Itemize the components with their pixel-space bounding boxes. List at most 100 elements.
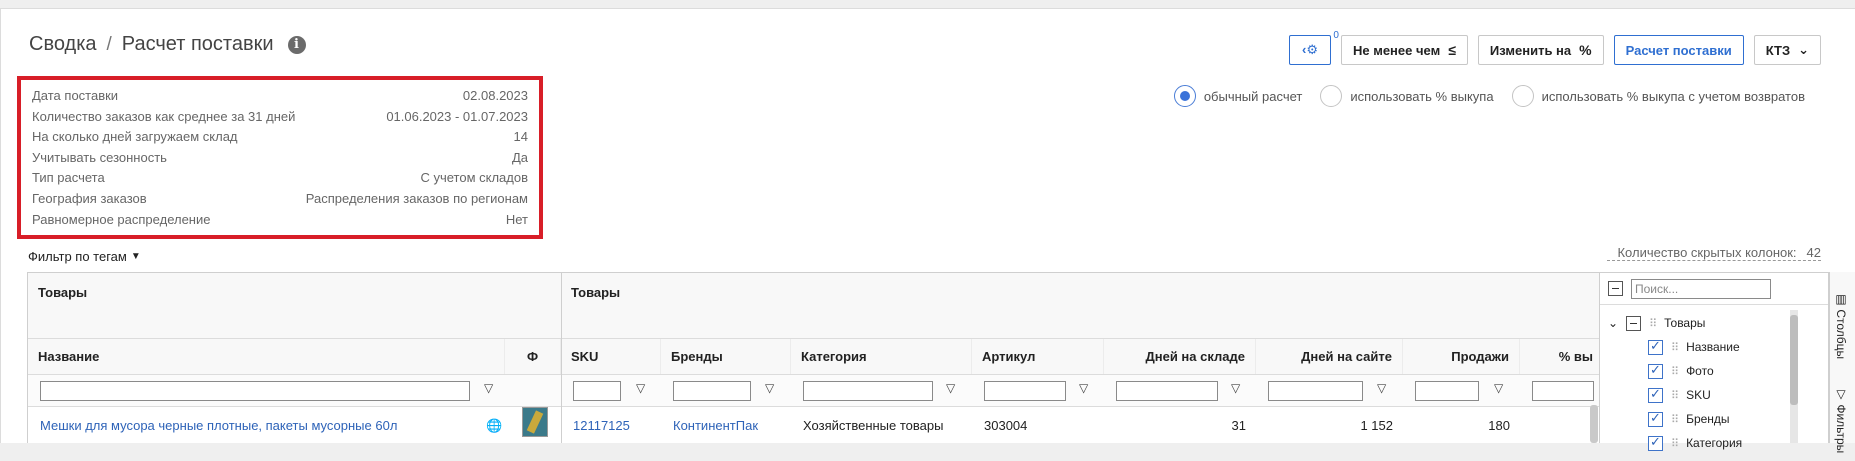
tag-filter-label: Фильтр по тегам: [28, 249, 127, 264]
calculate-supply-label: Расчет поставки: [1625, 42, 1732, 58]
columns-panel-header: Поиск...: [1600, 273, 1828, 305]
columns-panel-scrollbar[interactable]: [1790, 310, 1798, 443]
kt3-label: КТЗ: [1765, 42, 1791, 58]
column-header-days-in-stock[interactable]: Дней на складе: [1104, 339, 1256, 374]
radio-button[interactable]: [1320, 85, 1343, 107]
change-by-button[interactable]: Изменить на %: [1477, 35, 1604, 65]
radio-normal-calc[interactable]: обычный расчет: [1173, 85, 1303, 107]
settings-button[interactable]: ‹⚙ 0: [1288, 30, 1339, 65]
filter-icon[interactable]: ▽: [1494, 381, 1503, 395]
drag-handle-icon[interactable]: ⠿: [1671, 389, 1679, 402]
breadcrumb-root[interactable]: Сводка: [29, 33, 97, 56]
summary-value: 01.06.2023 - 01.07.2023: [386, 108, 528, 124]
filter-icon[interactable]: ▽: [1231, 381, 1240, 395]
brand-filter-input[interactable]: [673, 381, 751, 401]
tree-item[interactable]: ⠿ Бренды: [1608, 407, 1820, 431]
table-scrollbar[interactable]: [1590, 405, 1598, 443]
summary-row: Количество заказов как среднее за 31 дне…: [32, 107, 528, 128]
hidden-columns-count: 42: [1806, 245, 1821, 260]
calculate-supply-button[interactable]: Расчет поставки: [1613, 35, 1744, 65]
column-header-name[interactable]: Название: [28, 339, 505, 374]
column-group-header: Товары: [28, 273, 561, 339]
sku-filter-input[interactable]: [573, 381, 621, 401]
column-checkbox[interactable]: [1648, 338, 1663, 355]
column-group-header: Товары: [561, 273, 1602, 339]
column-checkbox[interactable]: [1648, 386, 1663, 403]
tab-filters-label: Фильтры: [1834, 404, 1848, 454]
brand-link[interactable]: КонтинентПак: [673, 407, 758, 443]
radio-button[interactable]: [1511, 85, 1534, 107]
filter-icon[interactable]: ▽: [1377, 381, 1386, 395]
filter-row: ▽ ▽ ▽ ▽ ▽ ▽ ▽ ▽: [28, 374, 1602, 407]
settings-badge: 0: [1333, 30, 1339, 41]
tree-item[interactable]: ⠿ Название: [1608, 335, 1820, 359]
days-site-filter-input[interactable]: [1268, 381, 1363, 401]
info-icon[interactable]: i: [287, 35, 306, 54]
article-filter-input[interactable]: [984, 381, 1066, 401]
tree-group-products[interactable]: ⌄ ⠿ Товары: [1608, 311, 1820, 335]
columns-search-input[interactable]: Поиск...: [1631, 278, 1771, 299]
column-header-buyout-percent[interactable]: % вы: [1520, 339, 1602, 374]
drag-handle-icon[interactable]: ⠿: [1649, 317, 1657, 330]
summary-label: География заказов: [32, 190, 147, 206]
group-checkbox[interactable]: [1626, 315, 1642, 331]
radio-button-selected[interactable]: [1173, 85, 1196, 107]
sku-link[interactable]: 12117125: [573, 407, 630, 443]
filter-icon[interactable]: ▽: [484, 381, 493, 395]
tree-item-label: SKU: [1686, 388, 1711, 402]
column-checkbox[interactable]: [1648, 410, 1663, 427]
radio-label: использовать % выкупа с учетом возвратов: [1541, 88, 1805, 104]
globe-icon[interactable]: 🌐: [486, 407, 502, 443]
filter-icon[interactable]: ▽: [1079, 381, 1088, 395]
product-photo[interactable]: [522, 407, 548, 437]
less-equal-icon: ≤: [1448, 42, 1456, 58]
summary-row: Тип расчета С учетом складов: [32, 168, 528, 189]
not-less-button[interactable]: Не менее чем ≤: [1340, 35, 1468, 65]
tree-item[interactable]: ⠿ Фото: [1608, 359, 1820, 383]
drag-handle-icon[interactable]: ⠿: [1671, 413, 1679, 426]
sales-filter-input[interactable]: [1415, 381, 1479, 401]
column-header-photo[interactable]: Ф: [505, 339, 561, 374]
column-checkbox[interactable]: [1648, 434, 1663, 451]
filter-icon[interactable]: ▽: [765, 381, 774, 395]
summary-value: Распределения заказов по регионам: [305, 190, 528, 206]
radio-buyout-with-returns[interactable]: использовать % выкупа с учетом возвратов: [1511, 85, 1805, 107]
side-tabs: ▥ Столбцы ▽ Фильтры: [1829, 272, 1855, 453]
kt3-dropdown[interactable]: КТЗ ⌄: [1753, 35, 1821, 65]
radio-buyout-percent[interactable]: использовать % выкупа: [1320, 85, 1494, 107]
drag-handle-icon[interactable]: ⠿: [1671, 365, 1679, 378]
name-filter-input[interactable]: [40, 381, 470, 401]
product-name-link[interactable]: Мешки для мусора черные плотные, пакеты …: [40, 407, 397, 443]
tab-columns[interactable]: ▥ Столбцы: [1834, 292, 1848, 359]
select-all-checkbox[interactable]: [1608, 281, 1623, 296]
filter-icon[interactable]: ▽: [636, 381, 645, 395]
days-stock-filter-input[interactable]: [1116, 381, 1218, 401]
supply-table: Товары Товары Название Ф SKU Бренды Кате…: [27, 272, 1603, 443]
column-header-sku[interactable]: SKU: [561, 339, 661, 374]
summary-value: С учетом складов: [420, 170, 528, 186]
column-header-sales[interactable]: Продажи: [1403, 339, 1520, 374]
toolbar: ‹⚙ 0 Не менее чем ≤ Изменить на % Расчет…: [1288, 30, 1821, 65]
radio-label: использовать % выкупа: [1350, 88, 1494, 104]
drag-handle-icon[interactable]: ⠿: [1671, 437, 1679, 450]
buyout-filter-input[interactable]: [1532, 381, 1594, 401]
column-header-category[interactable]: Категория: [791, 339, 972, 374]
filter-icon[interactable]: ▽: [946, 381, 955, 395]
column-header-brands[interactable]: Бренды: [661, 339, 791, 374]
category-filter-input[interactable]: [803, 381, 933, 401]
column-header-article[interactable]: Артикул: [972, 339, 1104, 374]
collapse-icon[interactable]: ⌄: [1608, 316, 1618, 330]
tree-group-label: Товары: [1664, 316, 1706, 330]
change-by-label: Изменить на: [1489, 42, 1572, 58]
tree-item[interactable]: ⠿ SKU: [1608, 383, 1820, 407]
column-header-days-on-site[interactable]: Дней на сайте: [1256, 339, 1403, 374]
radio-label: обычный расчет: [1203, 88, 1303, 104]
tag-filter-dropdown[interactable]: Фильтр по тегам ▼: [28, 249, 141, 264]
tree-item[interactable]: ⠿ Категория: [1608, 431, 1820, 455]
columns-icon: ▥: [1834, 292, 1848, 310]
hidden-columns-counter[interactable]: Количество скрытых колонок: 42: [1607, 245, 1821, 261]
tab-filters[interactable]: ▽ Фильтры: [1834, 387, 1848, 453]
drag-handle-icon[interactable]: ⠿: [1671, 341, 1679, 354]
column-checkbox[interactable]: [1648, 362, 1663, 379]
tab-columns-label: Столбцы: [1834, 309, 1848, 360]
